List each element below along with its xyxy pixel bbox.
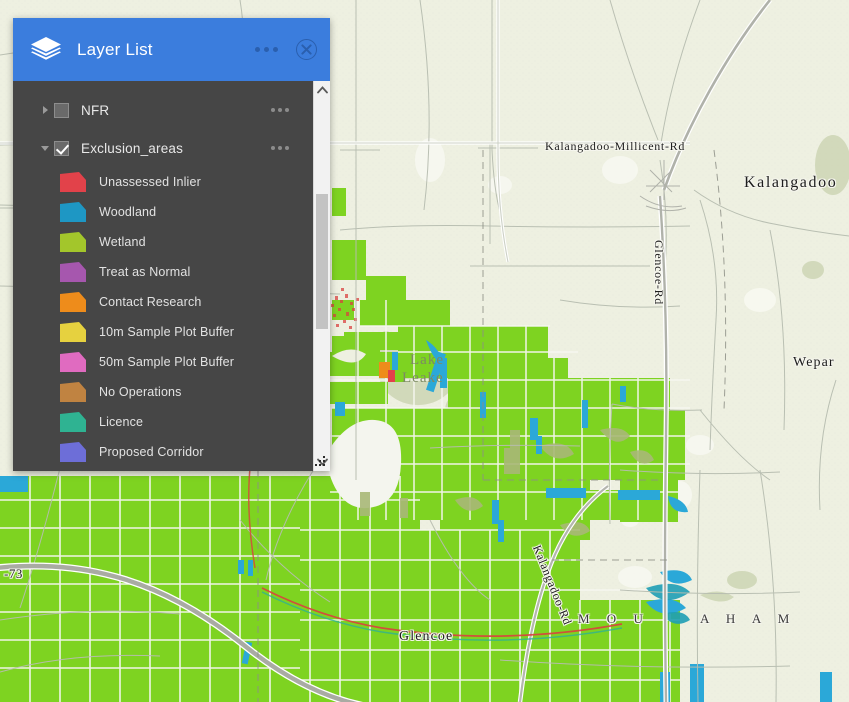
scrollbar-track[interactable] — [314, 99, 330, 453]
layer-visibility-checkbox[interactable] — [54, 102, 69, 118]
layer-group-exclusion-areas[interactable]: Exclusion_areas — [13, 129, 313, 167]
legend-item-label: Treat as Normal — [99, 265, 191, 279]
layer-group-label: NFR — [81, 102, 110, 118]
legend-swatch-icon — [59, 441, 87, 463]
legend-item: Proposed Corridor — [13, 437, 313, 467]
scroll-up-button[interactable] — [314, 81, 330, 99]
panel-header: Layer List — [13, 18, 330, 81]
legend-swatch-icon — [59, 201, 87, 223]
layer-group-label: Exclusion_areas — [81, 140, 184, 156]
legend-swatch-icon — [59, 231, 87, 253]
legend-item-label: Licence — [99, 415, 144, 429]
layer-visibility-checkbox[interactable] — [54, 140, 69, 156]
resize-grip-icon[interactable] — [315, 456, 328, 469]
legend-item: No Operations — [13, 377, 313, 407]
close-icon[interactable] — [296, 39, 317, 60]
scrollbar-thumb[interactable] — [316, 194, 328, 329]
legend-swatch-icon — [59, 411, 87, 433]
collapse-arrow-icon[interactable] — [39, 142, 51, 154]
layers-icon — [29, 35, 63, 65]
legend-item: Wetland — [13, 227, 313, 257]
legend-list: Unassessed Inlier Woodland Wetland Treat as… — [13, 167, 313, 467]
map-application: Kalangadoo-Millicent-Rd Kalangadoo Wepar… — [0, 0, 849, 702]
legend-item: 50m Sample Plot Buffer — [13, 347, 313, 377]
legend-item-label: Unassessed Inlier — [99, 175, 201, 189]
legend-swatch-icon — [59, 381, 87, 403]
legend-item: Licence — [13, 407, 313, 437]
legend-swatch-icon — [59, 261, 87, 283]
panel-title: Layer List — [77, 39, 153, 59]
legend-swatch-icon — [59, 321, 87, 343]
legend-item-label: Wetland — [99, 235, 146, 249]
legend-swatch-icon — [59, 291, 87, 313]
legend-item-label: No Operations — [99, 385, 182, 399]
legend-item-label: Proposed Corridor — [99, 445, 204, 459]
expand-arrow-icon[interactable] — [39, 104, 51, 116]
legend-item: Treat as Normal — [13, 257, 313, 287]
panel-body: NFR Exclusion_areas Unassessed Inlier Woo… — [13, 81, 330, 471]
legend-item-label: Woodland — [99, 205, 157, 219]
legend-item: 10m Sample Plot Buffer — [13, 317, 313, 347]
panel-menu-icon[interactable] — [255, 47, 278, 52]
legend-item: Woodland — [13, 197, 313, 227]
layer-menu-icon[interactable] — [271, 108, 289, 112]
layer-list: NFR Exclusion_areas Unassessed Inlier Woo… — [13, 81, 313, 471]
legend-swatch-icon — [59, 171, 87, 193]
legend-item: Unassessed Inlier — [13, 167, 313, 197]
legend-swatch-icon — [59, 351, 87, 373]
layer-menu-icon[interactable] — [271, 146, 289, 150]
legend-item-label: 10m Sample Plot Buffer — [99, 325, 235, 339]
legend-item-label: Contact Research — [99, 295, 202, 309]
layer-list-panel: Layer List NFR Exclusion_areas Unassesse… — [13, 18, 330, 471]
legend-item: Contact Research — [13, 287, 313, 317]
layer-group-nfr[interactable]: NFR — [13, 91, 313, 129]
layer-list-scrollbar[interactable] — [313, 81, 330, 471]
legend-item-label: 50m Sample Plot Buffer — [99, 355, 235, 369]
